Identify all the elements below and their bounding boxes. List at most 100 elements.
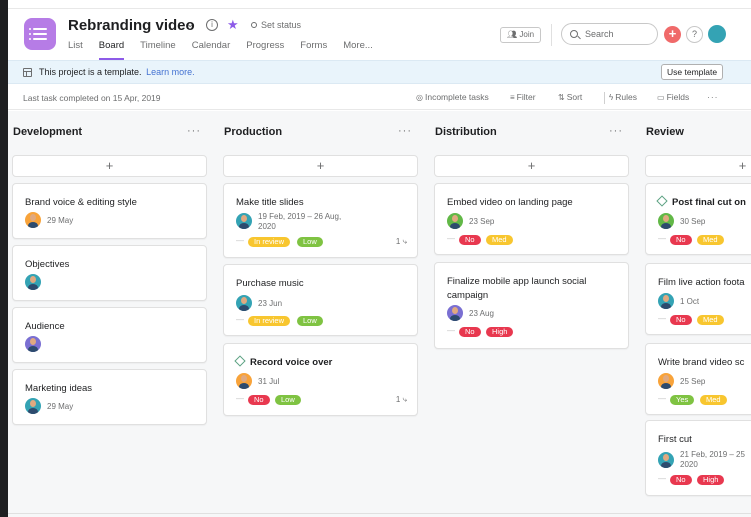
project-title[interactable]: Rebranding video [68, 17, 195, 34]
custom-field-empty: — [658, 234, 666, 243]
sort-button[interactable]: ⇅ Sort [558, 92, 582, 102]
custom-field-empty: — [236, 394, 244, 403]
more-options-icon[interactable]: ··· [707, 92, 719, 102]
task-card[interactable]: Finalize mobile app launch social campai… [434, 262, 629, 349]
add-task-button[interactable]: + [434, 155, 629, 177]
subtask-number: 1 [395, 395, 401, 404]
filter-label: Filter [516, 92, 536, 102]
task-card[interactable]: Purchase music 23 Jun — In review Low [223, 264, 418, 336]
task-card[interactable]: Audience [12, 307, 207, 363]
task-card[interactable]: Embed video on landing page 23 Sep — No … [434, 183, 629, 255]
use-template-button[interactable]: Use template [661, 64, 724, 80]
status-badge: No [459, 327, 481, 337]
status-badge: No [670, 475, 692, 485]
add-task-button[interactable]: + [223, 155, 418, 177]
search-box[interactable] [561, 23, 658, 45]
task-title: Post final cut on [672, 197, 746, 208]
template-banner: This project is a template. Learn more. … [8, 60, 751, 84]
task-card[interactable]: Make title slides 19 Feb, 2019 – 26 Aug,… [223, 183, 418, 258]
column-more-icon[interactable]: ··· [187, 125, 201, 137]
due-date: 21 Feb, 2019 – 25 2020 [680, 450, 745, 469]
column-header: Review [641, 111, 751, 153]
board-column-distribution: Distribution ··· + Embed video on landin… [430, 111, 629, 349]
status-badge: No [459, 235, 481, 245]
column-title[interactable]: Production [224, 126, 282, 138]
column-title[interactable]: Distribution [435, 126, 497, 138]
task-title: Marketing ideas [25, 383, 93, 394]
column-more-icon[interactable]: ··· [609, 125, 623, 137]
board-column-review: Review + Post final cut on 30 Sep — No M… [641, 111, 751, 496]
custom-field-empty: — [658, 474, 666, 483]
task-card[interactable]: Post final cut on 30 Sep — No Med [645, 183, 751, 255]
priority-badge: Med [697, 315, 724, 325]
task-title: Purchase music [236, 278, 304, 289]
due-date: 30 Sep [680, 217, 706, 226]
priority-badge: Med [700, 395, 727, 405]
subtask-count[interactable]: 1 ⤷ [396, 237, 407, 247]
tab-forms[interactable]: Forms [300, 40, 327, 55]
task-card[interactable]: Marketing ideas 29 May [12, 369, 207, 425]
learn-more-link[interactable]: Learn more. [146, 67, 195, 77]
rules-label: Rules [615, 92, 637, 102]
status-circle-icon [251, 22, 257, 28]
task-title: Embed video on landing page [447, 197, 573, 208]
due-date: 29 May [47, 402, 74, 411]
add-task-button[interactable]: + [645, 155, 751, 177]
filter-button[interactable]: ≡ Filter [510, 92, 536, 102]
join-button[interactable]: 👥︎ Join [500, 27, 542, 43]
due-date: 1 Oct [680, 297, 700, 306]
column-title[interactable]: Development [13, 126, 82, 138]
avatar [25, 398, 41, 414]
task-card[interactable]: First cut 21 Feb, 2019 – 25 2020 — No Hi… [645, 420, 751, 496]
lightning-icon: ϟ [609, 93, 614, 102]
fields-label: Fields [666, 92, 690, 102]
due-date: 29 May [47, 216, 74, 225]
task-card[interactable]: Write brand video sc 25 Sep — Yes Med [645, 343, 751, 415]
due-date: 23 Aug [469, 309, 494, 318]
avatar[interactable] [708, 25, 726, 43]
task-card[interactable]: Objectives [12, 245, 207, 301]
task-card[interactable]: Film live action foota 1 Oct — No Med [645, 263, 751, 335]
task-card[interactable]: Brand voice & editing style 29 May [12, 183, 207, 239]
star-icon[interactable]: ★ [227, 17, 239, 33]
subtask-count[interactable]: 1 ⤷ [396, 395, 407, 405]
task-card[interactable]: Record voice over 31 Jul — No Low 1 ⤷ [223, 343, 418, 416]
avatar [236, 373, 252, 389]
fields-icon: ▭ [657, 93, 665, 102]
incomplete-label: Incomplete tasks [424, 92, 489, 102]
rules-button[interactable]: ϟ Rules [609, 92, 637, 102]
tab-list[interactable]: List [68, 40, 83, 55]
fields-button[interactable]: ▭ Fields [657, 92, 689, 102]
due-date: 31 Jul [258, 377, 280, 386]
column-more-icon[interactable]: ··· [398, 125, 412, 137]
quick-add-plus-icon[interactable]: + [664, 26, 681, 43]
incomplete-tasks-filter[interactable]: ◎ Incomplete tasks [416, 92, 489, 102]
avatar [658, 452, 674, 468]
info-icon[interactable]: i [206, 19, 218, 31]
column-header: Development ··· [8, 111, 203, 153]
column-header: Production ··· [219, 111, 414, 153]
priority-badge: Med [486, 235, 513, 245]
chevron-down-icon[interactable]: ⌄ [186, 19, 194, 30]
priority-badge: Med [697, 235, 724, 245]
avatar [25, 336, 41, 352]
priority-badge: High [486, 327, 514, 337]
set-status-button[interactable]: Set status [251, 20, 301, 30]
task-title: Brand voice & editing style [25, 197, 137, 208]
sort-label: Sort [566, 92, 583, 102]
sort-icon: ⇅ [558, 93, 565, 102]
status-badge: No [248, 395, 270, 405]
status-badge: In review [248, 316, 291, 326]
tab-calendar[interactable]: Calendar [192, 40, 231, 55]
help-icon[interactable]: ? [686, 26, 703, 43]
avatar [658, 213, 674, 229]
custom-field-empty: — [658, 394, 666, 403]
avatar [658, 293, 674, 309]
search-input[interactable] [585, 29, 647, 39]
tab-more[interactable]: More... [343, 40, 373, 55]
tab-progress[interactable]: Progress [246, 40, 284, 55]
add-task-button[interactable]: + [12, 155, 207, 177]
column-title[interactable]: Review [646, 126, 684, 138]
tab-timeline[interactable]: Timeline [140, 40, 176, 55]
tab-board[interactable]: Board [98, 40, 125, 60]
